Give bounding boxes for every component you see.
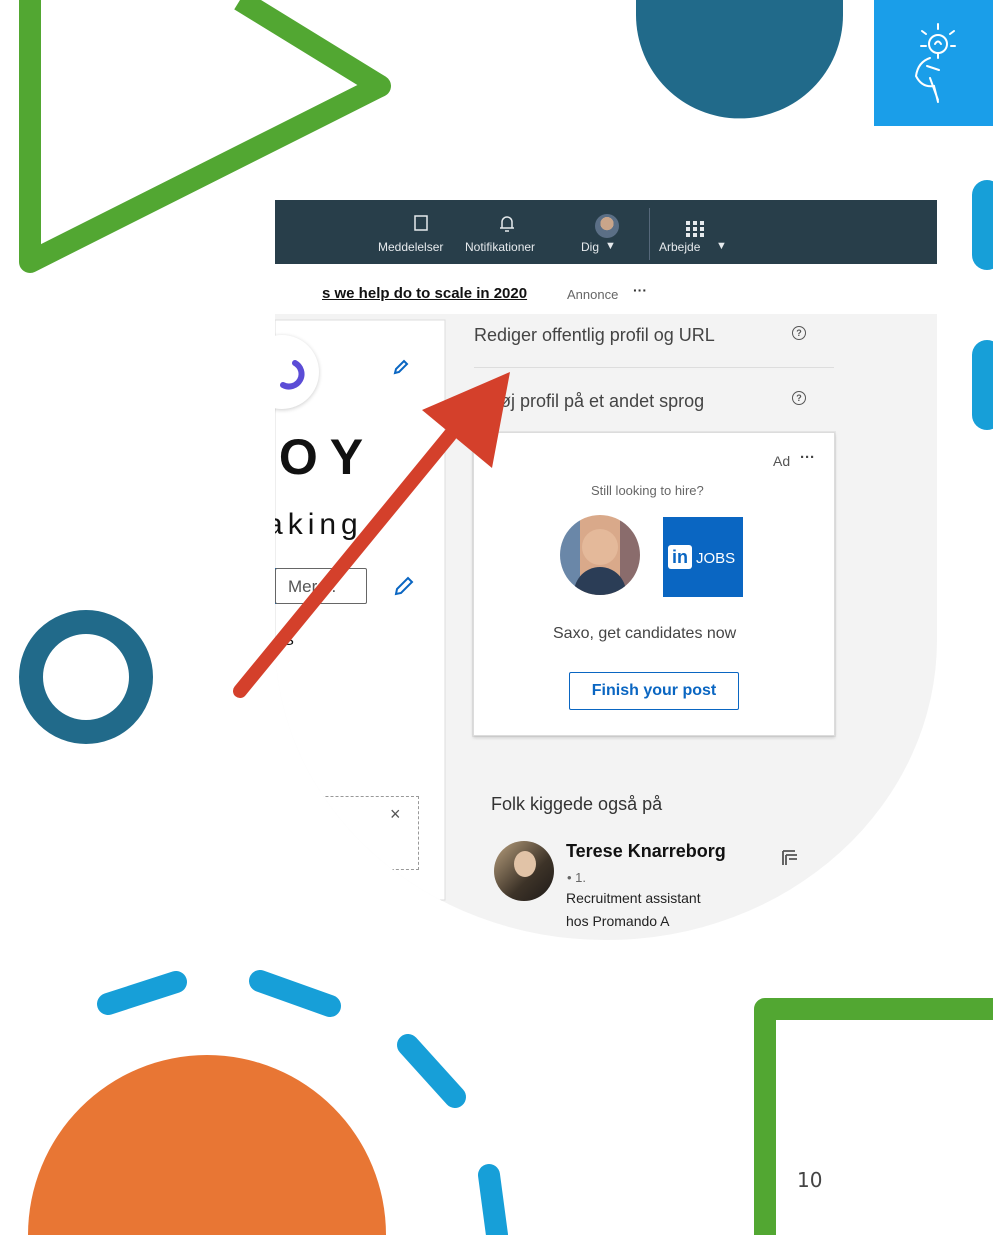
page-number: 10 <box>797 1168 823 1192</box>
red-arrow <box>233 372 510 698</box>
